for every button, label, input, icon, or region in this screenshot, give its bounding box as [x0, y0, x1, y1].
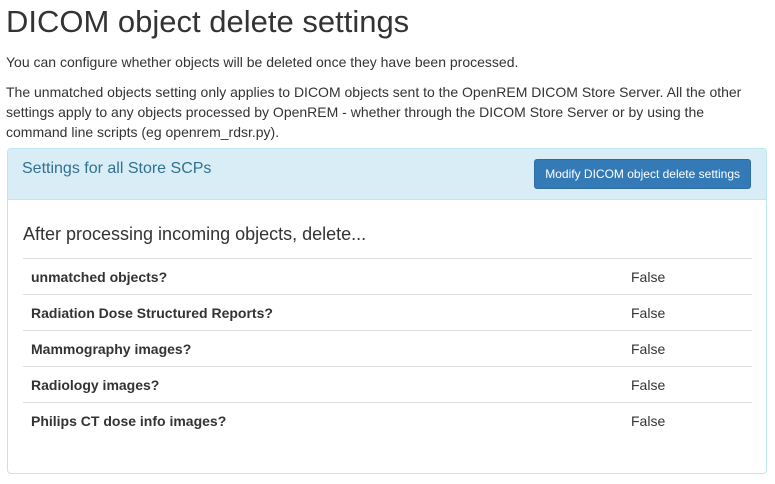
setting-value-rdsr: False [623, 294, 752, 331]
setting-value-radiology: False [623, 366, 752, 403]
table-row: Mammography images? False [23, 330, 752, 367]
panel-heading: Settings for all Store SCPs Modify DICOM… [8, 149, 766, 200]
table-row: Radiation Dose Structured Reports? False [23, 294, 752, 331]
setting-label-philips-ct: Philips CT dose info images? [31, 412, 227, 429]
table-row: Radiology images? False [23, 366, 752, 403]
setting-value-mammography: False [623, 330, 752, 367]
settings-table: unmatched objects? False Radiation Dose … [23, 258, 752, 439]
intro-text: You can configure whether objects will b… [6, 54, 519, 70]
setting-label-mammography: Mammography images? [23, 330, 623, 367]
table-row: Philips CT dose info images? False [23, 403, 752, 439]
setting-label-rdsr: Radiation Dose Structured Reports? [23, 294, 623, 331]
setting-label-radiology: Radiology images? [23, 366, 623, 403]
setting-value-unmatched-objects: False [623, 258, 752, 295]
settings-panel: Settings for all Store SCPs Modify DICOM… [7, 148, 767, 474]
panel-body: After processing incoming objects, delet… [8, 200, 766, 439]
setting-label-unmatched-objects: unmatched objects? [23, 258, 623, 295]
setting-value-philips-ct: False [631, 412, 666, 429]
page-title: DICOM object delete settings [6, 4, 410, 39]
section-heading: After processing incoming objects, delet… [23, 224, 367, 244]
modify-delete-settings-button[interactable]: Modify DICOM object delete settings [534, 159, 751, 189]
table-row: unmatched objects? False [23, 258, 752, 295]
panel-title: Settings for all Store SCPs [22, 160, 212, 177]
intro-detail-text: The unmatched objects setting only appli… [6, 84, 742, 140]
page: DICOM object delete settings You can con… [0, 0, 775, 484]
